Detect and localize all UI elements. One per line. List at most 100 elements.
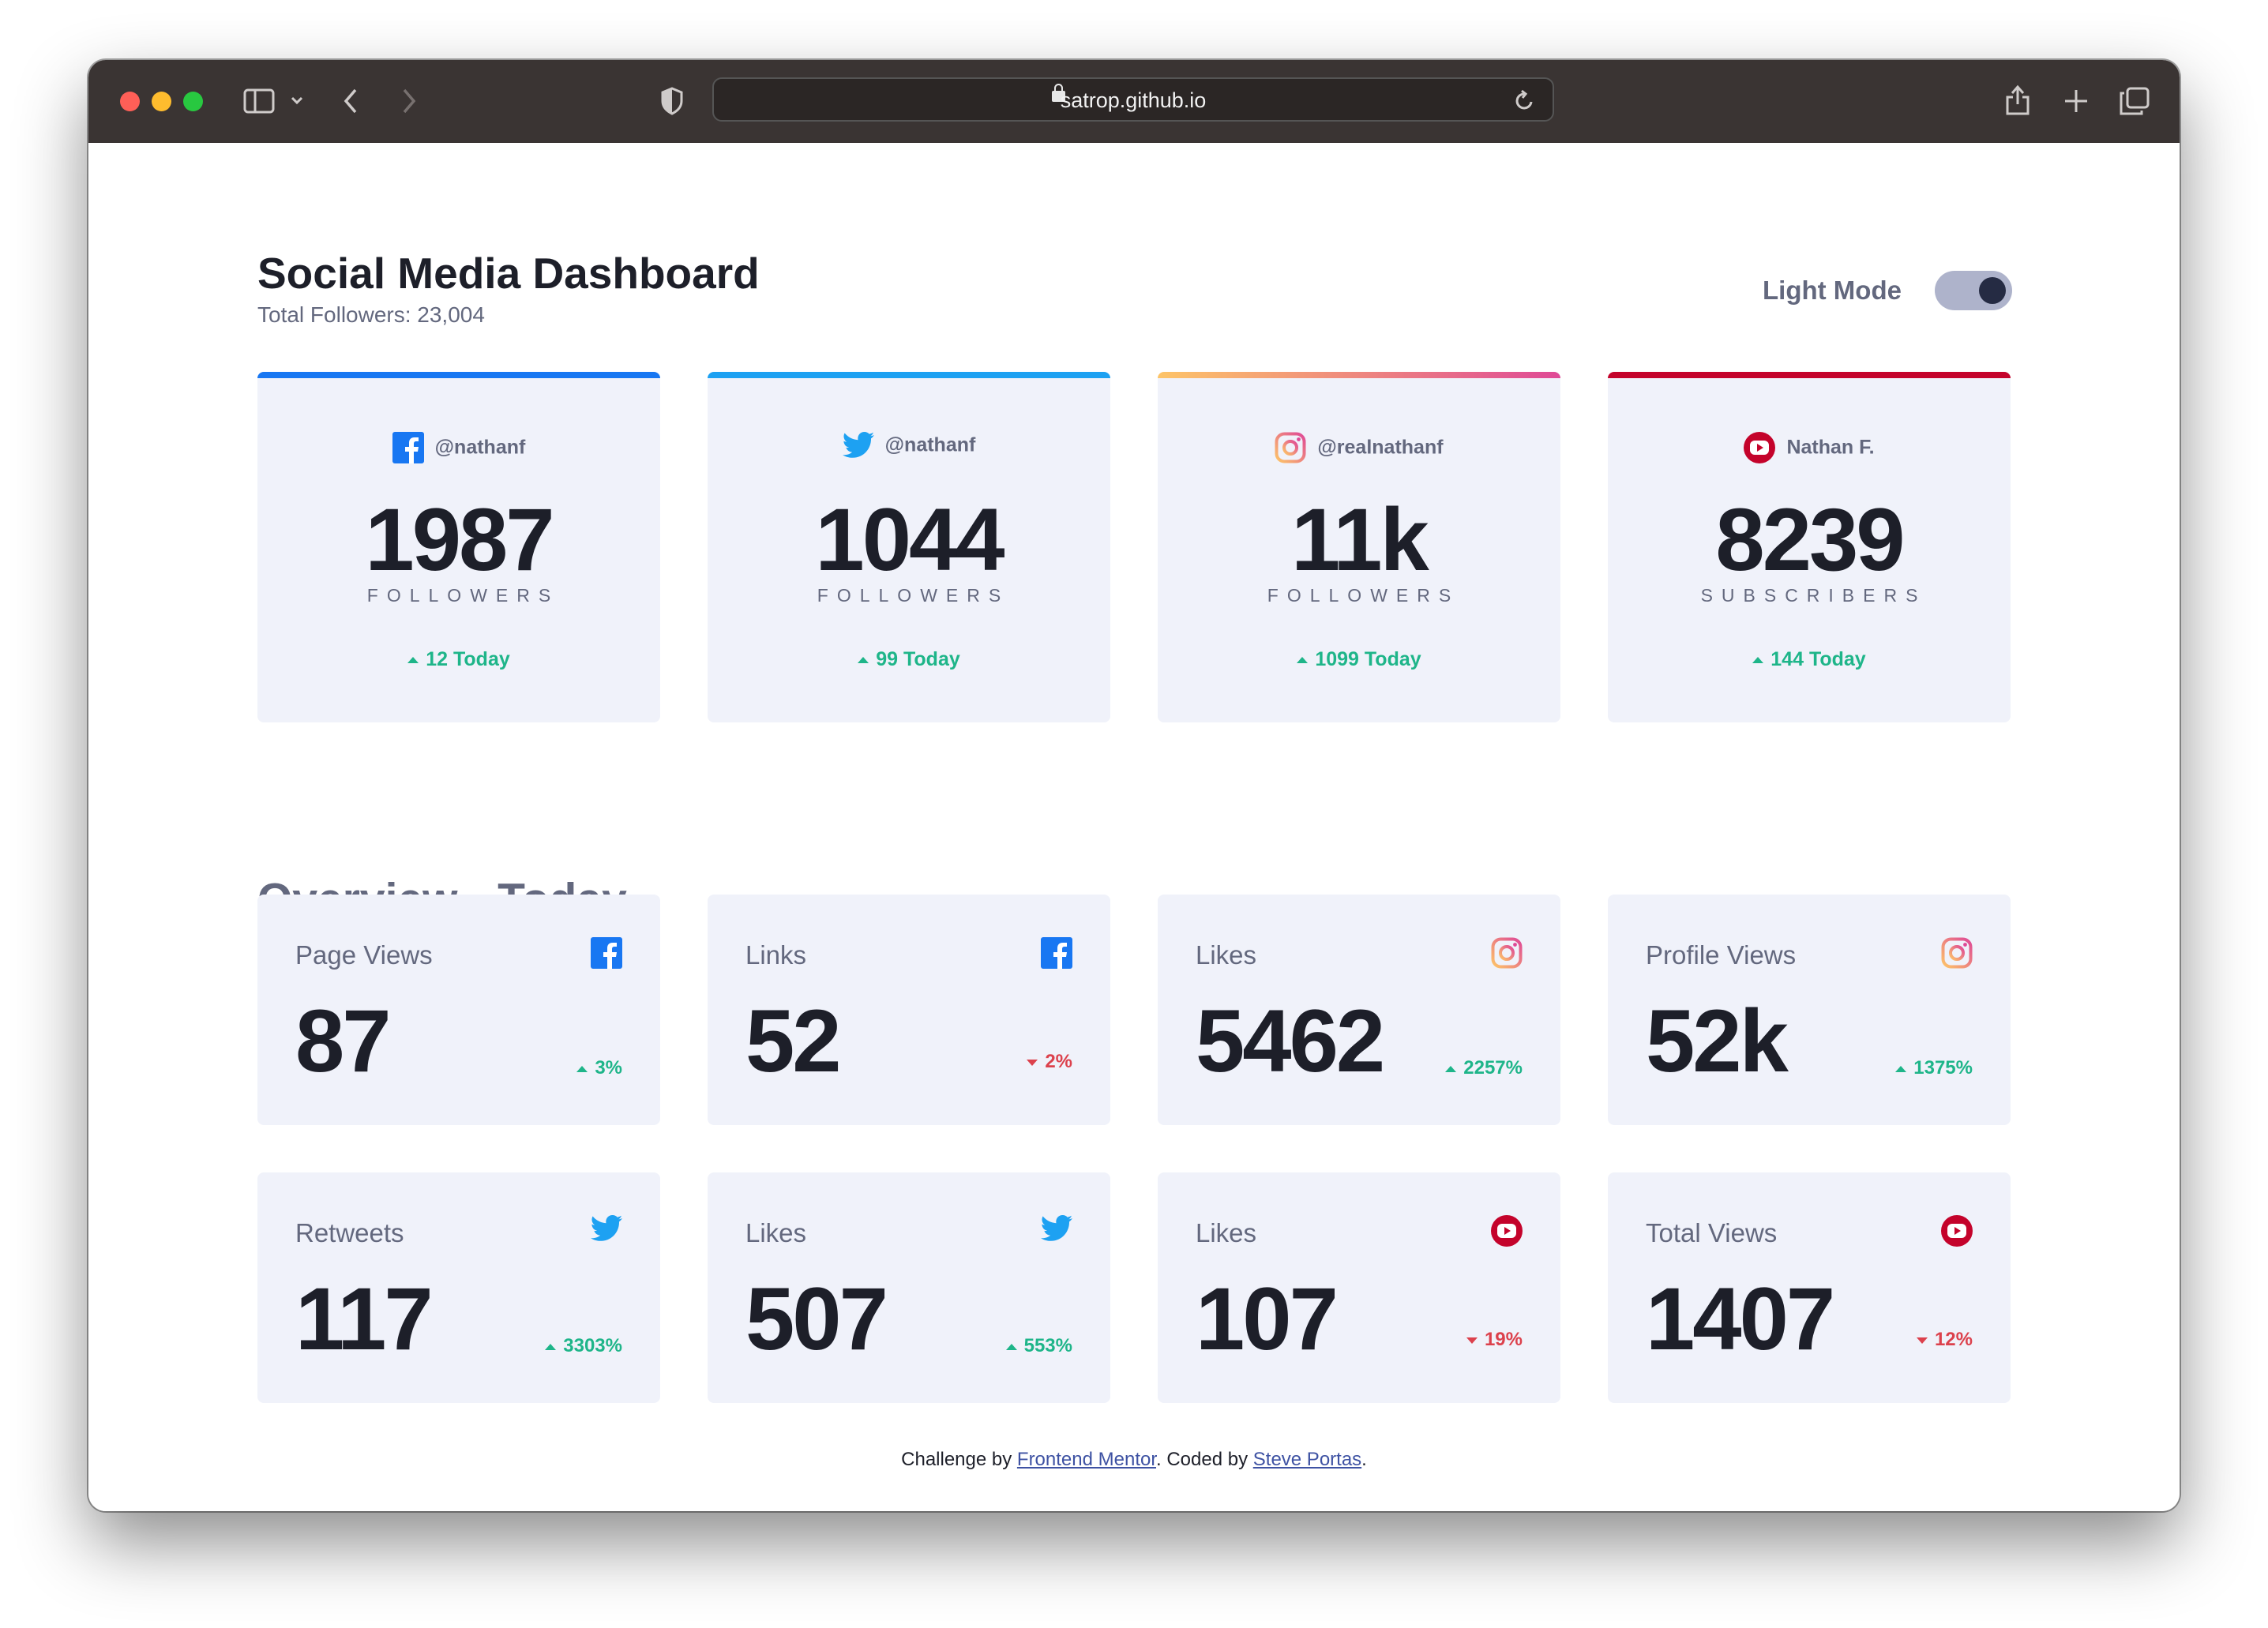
sidebar-toggle-icon[interactable] bbox=[243, 88, 275, 114]
follower-count: 1987 bbox=[365, 490, 554, 589]
card-accent-bar bbox=[1608, 372, 2011, 378]
stat-change: 2% bbox=[1027, 1051, 1072, 1073]
stat-label: Likes bbox=[1196, 940, 1257, 970]
url-text: satrop.github.io bbox=[1060, 88, 1207, 112]
browser-toolbar: satrop.github.io bbox=[88, 60, 2180, 143]
stat-label: Total Views bbox=[1646, 1218, 1778, 1247]
today-change: 1099 Today bbox=[1158, 648, 1560, 671]
arrow-up-icon bbox=[1895, 1065, 1907, 1072]
author-link[interactable]: Steve Portas bbox=[1253, 1449, 1361, 1470]
page-content: Social Media Dashboard Total Followers: … bbox=[88, 143, 2180, 1511]
theme-toggle[interactable] bbox=[1935, 271, 2012, 310]
follower-card-facebook: @nathanf 1987 FOLLOWERS 12 Today bbox=[257, 372, 660, 722]
account-handle: @realnathanf bbox=[1158, 432, 1560, 463]
arrow-up-icon bbox=[1445, 1065, 1457, 1072]
stat-value: 1407 bbox=[1646, 1270, 1835, 1368]
follower-card-instagram: @realnathanf 11k FOLLOWERS 1099 Today bbox=[1158, 372, 1560, 722]
toggle-knob[interactable] bbox=[1979, 277, 2006, 304]
card-accent-bar bbox=[1158, 372, 1560, 378]
stat-label: Likes bbox=[1196, 1218, 1257, 1247]
instagram-icon bbox=[1941, 937, 1973, 969]
arrow-up-icon bbox=[545, 1343, 557, 1350]
stat-card-youtube-likes: Likes 107 19% bbox=[1158, 1172, 1560, 1403]
stat-change: 553% bbox=[1005, 1335, 1072, 1357]
new-tab-icon[interactable] bbox=[2063, 88, 2089, 114]
arrow-down-icon bbox=[1027, 1059, 1038, 1066]
tab-overview-icon[interactable] bbox=[2120, 87, 2150, 115]
privacy-shield-icon[interactable] bbox=[661, 87, 683, 115]
stat-card-instagram-likes: Likes 5462 2257% bbox=[1158, 895, 1560, 1125]
minimize-window-button[interactable] bbox=[152, 92, 171, 111]
stat-label: Page Views bbox=[295, 940, 433, 970]
follower-unit: FOLLOWERS bbox=[1267, 585, 1460, 606]
follower-count: 8239 bbox=[1715, 490, 1905, 589]
stat-label: Likes bbox=[745, 1218, 807, 1247]
stat-value: 87 bbox=[295, 992, 392, 1090]
follower-card-youtube: Nathan F. 8239 SUBSCRIBERS 144 Today bbox=[1608, 372, 2011, 722]
stat-value: 507 bbox=[745, 1270, 888, 1368]
follower-unit: FOLLOWERS bbox=[817, 585, 1010, 606]
follower-card-twitter: @nathanf 1044 FOLLOWERS 99 Today bbox=[708, 372, 1110, 722]
stat-label: Retweets bbox=[295, 1218, 404, 1247]
stat-label: Profile Views bbox=[1646, 940, 1797, 970]
card-accent-bar bbox=[257, 372, 660, 378]
today-change: 144 Today bbox=[1608, 648, 2011, 671]
facebook-icon bbox=[392, 432, 424, 463]
follower-count: 11k bbox=[1291, 490, 1429, 589]
twitter-icon bbox=[1041, 1215, 1072, 1241]
reload-icon[interactable] bbox=[1515, 89, 1535, 111]
arrow-up-icon bbox=[1752, 657, 1764, 664]
account-handle: @nathanf bbox=[257, 432, 660, 463]
arrow-down-icon bbox=[1916, 1337, 1928, 1344]
follower-count: 1044 bbox=[815, 490, 1004, 589]
youtube-icon bbox=[1941, 1215, 1973, 1247]
account-handle: Nathan F. bbox=[1608, 432, 2011, 463]
attribution-footer: Challenge by Frontend Mentor. Coded by S… bbox=[901, 1449, 1367, 1470]
stat-change: 12% bbox=[1916, 1329, 1973, 1351]
address-bar[interactable]: satrop.github.io bbox=[712, 77, 1554, 122]
stat-value: 117 bbox=[295, 1270, 434, 1368]
total-followers: Total Followers: 23,004 bbox=[257, 302, 485, 327]
card-accent-bar bbox=[708, 372, 1110, 378]
stat-change: 19% bbox=[1466, 1329, 1523, 1351]
twitter-icon bbox=[591, 1215, 622, 1241]
chevron-down-icon[interactable] bbox=[291, 96, 303, 106]
stat-change: 3% bbox=[576, 1057, 622, 1079]
page-title: Social Media Dashboard bbox=[257, 249, 760, 298]
stat-card-twitter-likes: Likes 507 553% bbox=[708, 1172, 1110, 1403]
mode-label: Light Mode bbox=[1763, 276, 1902, 305]
instagram-icon bbox=[1491, 937, 1523, 969]
stat-card-profile-views: Profile Views 52k 1375% bbox=[1608, 895, 2011, 1125]
back-icon[interactable] bbox=[343, 87, 359, 115]
today-change: 99 Today bbox=[708, 648, 1110, 671]
account-handle: @nathanf bbox=[708, 432, 1110, 459]
close-window-button[interactable] bbox=[120, 92, 140, 111]
arrow-up-icon bbox=[576, 1065, 588, 1072]
stat-change: 2257% bbox=[1445, 1057, 1523, 1079]
youtube-icon bbox=[1744, 432, 1776, 463]
forward-icon[interactable] bbox=[401, 87, 417, 115]
stat-value: 107 bbox=[1196, 1270, 1339, 1368]
frontend-mentor-link[interactable]: Frontend Mentor bbox=[1017, 1449, 1156, 1470]
stat-card-page-views: Page Views 87 3% bbox=[257, 895, 660, 1125]
browser-window: satrop.github.io Social Media Dashboard … bbox=[88, 60, 2180, 1511]
stat-card-links: Links 52 2% bbox=[708, 895, 1110, 1125]
arrow-up-icon bbox=[1005, 1343, 1017, 1350]
stat-card-total-views: Total Views 1407 12% bbox=[1608, 1172, 2011, 1403]
share-icon[interactable] bbox=[2004, 84, 2031, 117]
arrow-up-icon bbox=[858, 657, 869, 664]
today-change: 12 Today bbox=[257, 648, 660, 671]
maximize-window-button[interactable] bbox=[183, 92, 203, 111]
facebook-icon bbox=[591, 937, 622, 969]
instagram-icon bbox=[1275, 432, 1306, 463]
twitter-icon bbox=[842, 432, 874, 458]
stat-value: 5462 bbox=[1196, 992, 1385, 1090]
facebook-icon bbox=[1041, 937, 1072, 969]
stat-value: 52 bbox=[745, 992, 842, 1090]
follower-unit: FOLLOWERS bbox=[366, 585, 560, 606]
stat-change: 3303% bbox=[545, 1335, 622, 1357]
stat-change: 1375% bbox=[1895, 1057, 1973, 1079]
stat-label: Links bbox=[745, 940, 807, 970]
youtube-icon bbox=[1491, 1215, 1523, 1247]
arrow-up-icon bbox=[1297, 657, 1309, 664]
